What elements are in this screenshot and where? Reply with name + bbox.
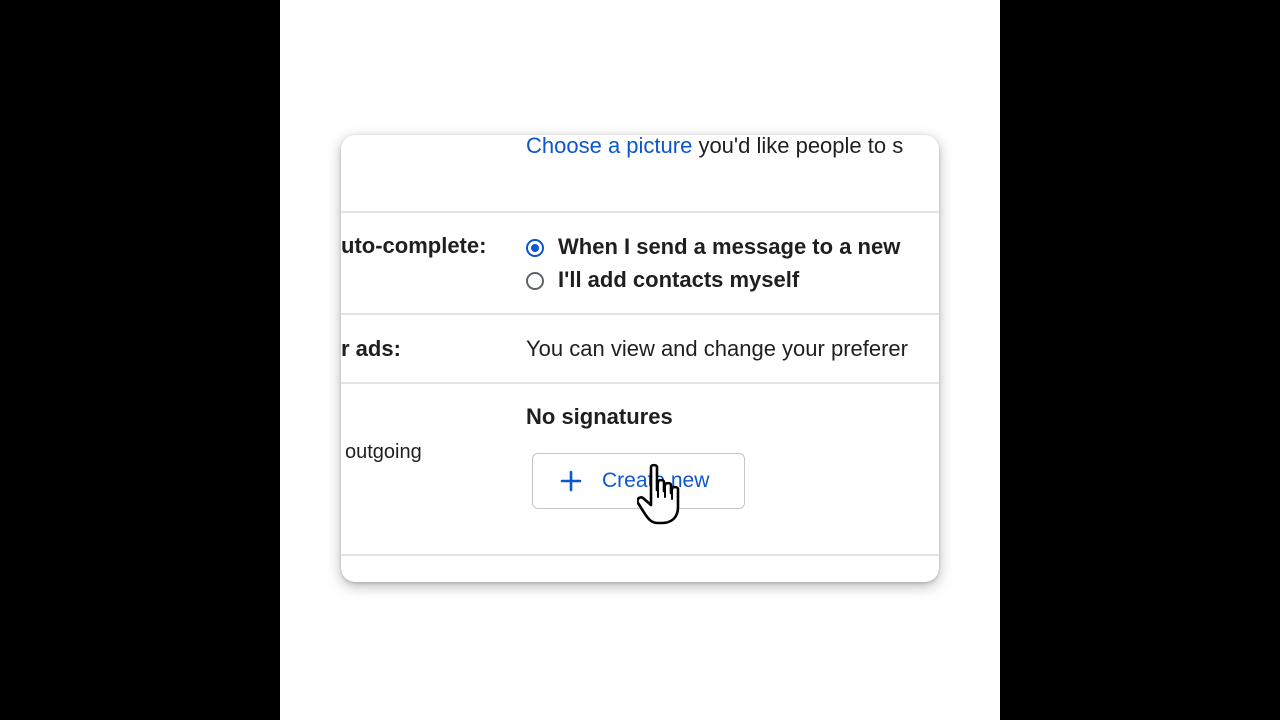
picture-description: you'd like people to s [692, 135, 904, 158]
no-signatures-text: No signatures [526, 404, 673, 429]
radio-option-auto-add[interactable]: When I send a message to a new [526, 234, 900, 260]
plus-icon [560, 470, 582, 492]
choose-picture-link[interactable]: Choose a picture [526, 135, 692, 158]
autocomplete-label: uto-complete: [341, 233, 487, 258]
letterbox-right [1000, 0, 1280, 720]
radio-option-label: When I send a message to a new [558, 234, 901, 259]
signature-label: outgoing [345, 441, 422, 463]
divider [341, 554, 939, 556]
ads-description: You can view and change your preferer [526, 336, 908, 361]
ads-label: r ads: [341, 336, 401, 361]
radio-option-manual[interactable]: I'll add contacts myself [526, 267, 799, 293]
divider [341, 313, 939, 315]
letterbox-left [0, 0, 280, 720]
settings-card: Choose a picture you'd like people to s … [341, 135, 939, 582]
radio-unchecked-icon[interactable] [526, 272, 544, 290]
hand-pointer-icon [637, 463, 680, 525]
radio-checked-icon[interactable] [526, 239, 544, 257]
radio-option-label: I'll add contacts myself [558, 267, 800, 292]
picture-row: Choose a picture you'd like people to s [526, 135, 903, 159]
divider [341, 211, 939, 213]
divider [341, 382, 939, 384]
